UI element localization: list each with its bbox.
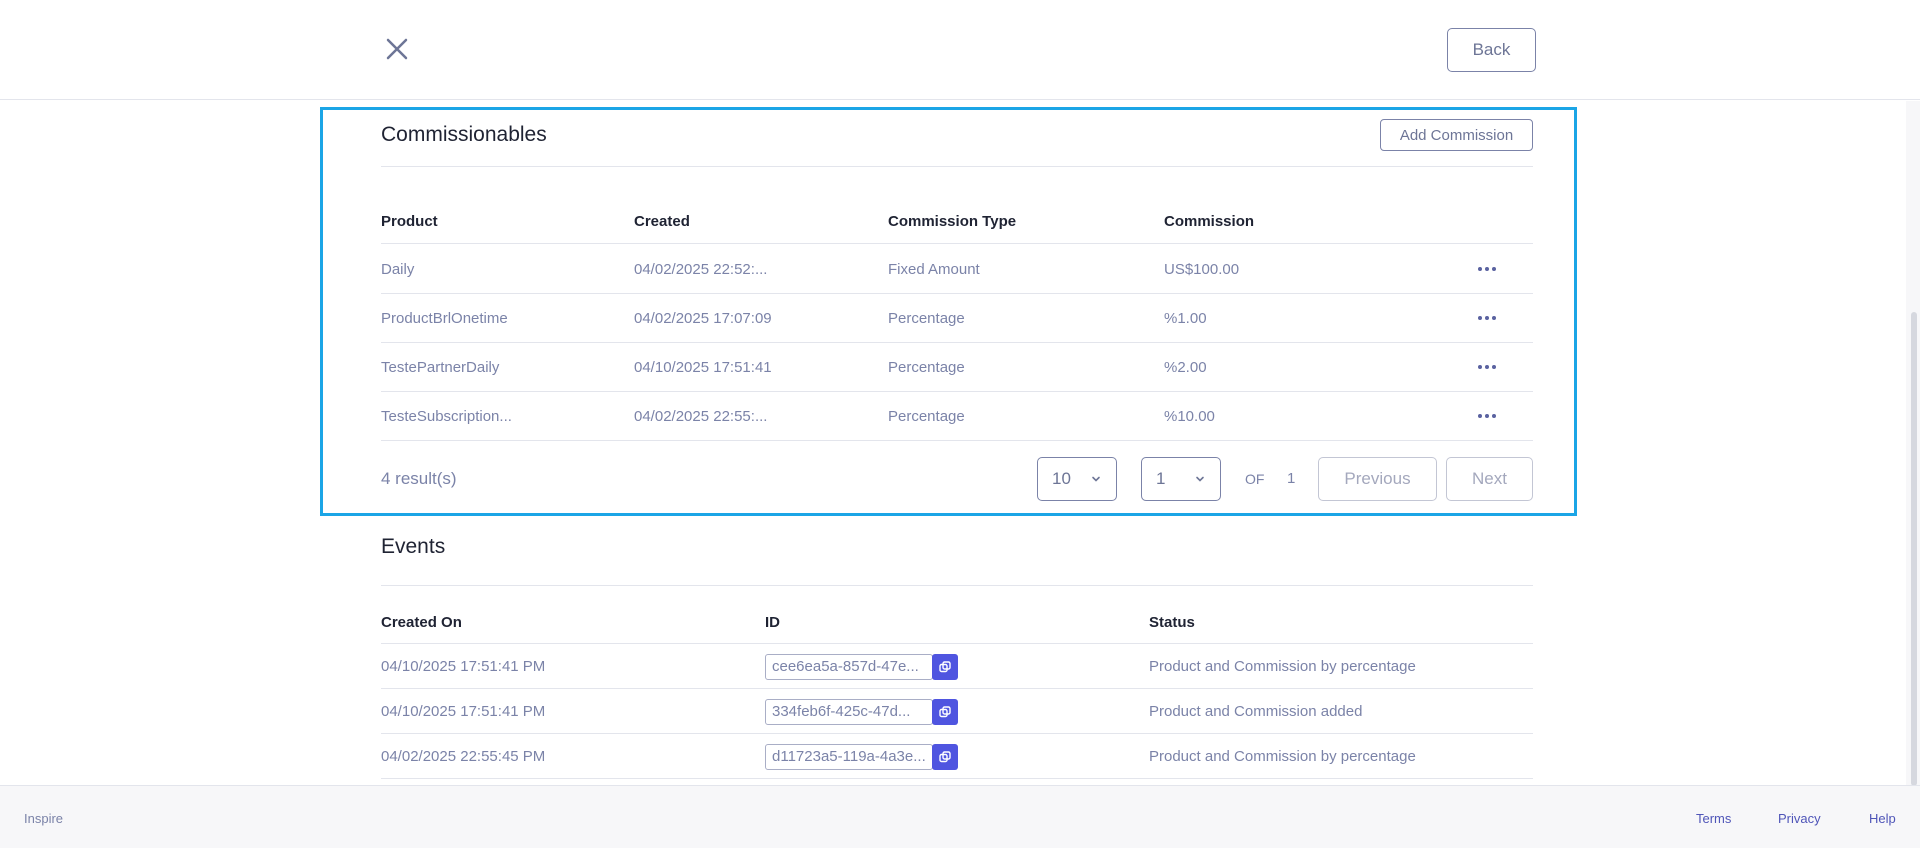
back-button[interactable]: Back xyxy=(1447,28,1536,72)
row-divider xyxy=(381,293,1533,294)
chevron-down-icon xyxy=(1092,476,1100,482)
cell-created-on: 04/02/2025 22:55:45 PM xyxy=(381,748,546,765)
header-divider xyxy=(381,243,1533,244)
cell-status: Product and Commission by percentage xyxy=(1149,748,1416,765)
copy-icon[interactable] xyxy=(932,699,958,725)
close-icon[interactable] xyxy=(381,33,413,65)
cell-created: 04/02/2025 17:07:09 xyxy=(634,310,772,327)
footer: Inspire Terms Privacy Help xyxy=(0,785,1920,848)
previous-button[interactable]: Previous xyxy=(1318,457,1437,501)
copy-icon[interactable] xyxy=(932,744,958,770)
cell-status: Product and Commission by percentage xyxy=(1149,658,1416,675)
cell-type: Percentage xyxy=(888,408,965,425)
column-header-commission-type: Commission Type xyxy=(888,213,1017,230)
cell-created: 04/02/2025 22:55:... xyxy=(634,408,768,425)
page-size-select[interactable]: 10 xyxy=(1037,457,1117,501)
event-id-field[interactable]: d11723a5-119a-4a3e... xyxy=(765,744,933,770)
row-divider xyxy=(381,733,1533,734)
cell-type: Percentage xyxy=(888,359,965,376)
divider xyxy=(381,585,1533,586)
row-divider xyxy=(381,440,1533,441)
total-pages: 1 xyxy=(1287,470,1296,487)
row-divider xyxy=(381,391,1533,392)
cell-product: Daily xyxy=(381,261,415,278)
cell-status: Product and Commission added xyxy=(1149,703,1363,720)
cell-commission: %2.00 xyxy=(1164,359,1207,376)
header-divider xyxy=(381,643,1533,644)
event-id-field[interactable]: cee6ea5a-857d-47e... xyxy=(765,654,933,680)
of-label: OF xyxy=(1245,471,1265,487)
column-header-created: Created xyxy=(634,213,690,230)
event-id-field[interactable]: 334feb6f-425c-47d... xyxy=(765,699,933,725)
cell-commission: %10.00 xyxy=(1164,408,1215,425)
cell-type: Fixed Amount xyxy=(888,261,980,278)
chevron-down-icon xyxy=(1196,476,1204,482)
events-title: Events xyxy=(381,535,446,558)
more-horizontal-icon[interactable] xyxy=(1475,259,1499,279)
cell-created-on: 04/10/2025 17:51:41 PM xyxy=(381,703,546,720)
cell-created-on: 04/10/2025 17:51:41 PM xyxy=(381,658,546,675)
page-size-value: 10 xyxy=(1052,469,1071,488)
cell-product: TesteSubscription... xyxy=(381,408,512,425)
commissionables-title: Commissionables xyxy=(381,123,547,146)
footer-link-help[interactable]: Help xyxy=(1869,811,1896,826)
column-header-product: Product xyxy=(381,213,438,230)
page-select[interactable]: 1 xyxy=(1141,457,1221,501)
next-button[interactable]: Next xyxy=(1446,457,1533,501)
copy-icon[interactable] xyxy=(932,654,958,680)
cell-created: 04/10/2025 17:51:41 xyxy=(634,359,772,376)
more-horizontal-icon[interactable] xyxy=(1475,308,1499,328)
top-bar: Back xyxy=(0,0,1920,100)
cell-type: Percentage xyxy=(888,310,965,327)
row-divider xyxy=(381,778,1533,779)
scrollbar-thumb[interactable] xyxy=(1911,312,1917,786)
divider xyxy=(381,166,1533,167)
cell-product: ProductBrlOnetime xyxy=(381,310,508,327)
footer-link-privacy[interactable]: Privacy xyxy=(1778,811,1821,826)
column-header-created-on: Created On xyxy=(381,614,462,631)
column-header-id: ID xyxy=(765,614,780,631)
cell-commission: US$100.00 xyxy=(1164,261,1240,278)
page-value: 1 xyxy=(1156,469,1166,488)
row-divider xyxy=(381,688,1533,689)
footer-link-terms[interactable]: Terms xyxy=(1696,811,1731,826)
add-commission-button[interactable]: Add Commission xyxy=(1380,119,1533,151)
column-header-commission: Commission xyxy=(1164,213,1255,230)
more-horizontal-icon[interactable] xyxy=(1475,406,1499,426)
cell-commission: %1.00 xyxy=(1164,310,1207,327)
cell-product: TestePartnerDaily xyxy=(381,359,500,376)
results-count: 4 result(s) xyxy=(381,469,457,488)
cell-created: 04/02/2025 22:52:... xyxy=(634,261,768,278)
more-horizontal-icon[interactable] xyxy=(1475,357,1499,377)
footer-brand: Inspire xyxy=(24,811,64,826)
row-divider xyxy=(381,342,1533,343)
column-header-status: Status xyxy=(1149,614,1195,631)
